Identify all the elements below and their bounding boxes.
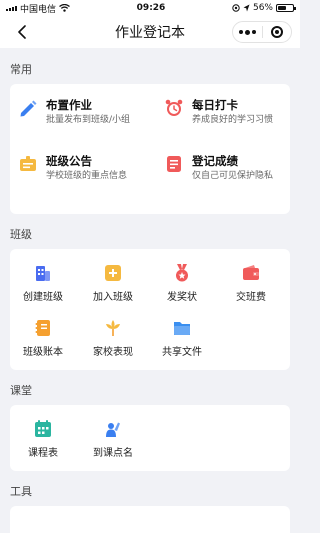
mini-program-capsule bbox=[232, 21, 292, 43]
create-class-label: 创建班级 bbox=[23, 292, 63, 303]
notice-board-icon bbox=[20, 156, 36, 171]
home-school-performance-item[interactable]: 家校表现 bbox=[83, 318, 143, 358]
assign-homework-title: 布置作业 bbox=[46, 98, 92, 112]
chevron-left-icon bbox=[18, 25, 26, 39]
wallet-icon bbox=[243, 265, 259, 280]
classroom-card: 课程表 到课点名 bbox=[10, 405, 290, 471]
shared-files-label: 共享文件 bbox=[162, 347, 202, 358]
class-fee-label: 交班费 bbox=[236, 292, 266, 303]
medal-icon bbox=[176, 264, 188, 282]
flower-icon bbox=[106, 320, 120, 336]
join-class-item[interactable]: 加入班级 bbox=[83, 263, 143, 303]
award-certificate-label: 发奖状 bbox=[167, 292, 197, 303]
tools-card bbox=[10, 506, 290, 533]
common-card: 布置作业 批量发布到班级/小组 每日打卡 养成良好的学习习惯 班级公告 学校班级… bbox=[10, 84, 290, 214]
folder-icon bbox=[174, 322, 190, 335]
record-grades-item[interactable]: 登记成绩 仅自己可见保护隐私 bbox=[164, 154, 273, 183]
timetable-label: 课程表 bbox=[28, 448, 58, 459]
back-button[interactable] bbox=[12, 22, 32, 42]
shared-files-item[interactable]: 共享文件 bbox=[152, 318, 212, 358]
section-title-tools: 工具 bbox=[10, 485, 32, 498]
close-mini-program-button[interactable] bbox=[263, 26, 292, 38]
navigation-arrow-icon bbox=[243, 4, 250, 12]
class-announcement-title: 班级公告 bbox=[46, 154, 92, 168]
location-icon bbox=[232, 4, 240, 12]
create-class-item[interactable]: 创建班级 bbox=[13, 263, 73, 303]
class-card: 创建班级 加入班级 发奖状 交班费 班级账本 家校表现 共享文件 bbox=[10, 249, 290, 370]
raise-hand-icon bbox=[106, 422, 120, 437]
assign-homework-desc: 批量发布到班级/小组 bbox=[46, 115, 131, 125]
home-school-performance-label: 家校表现 bbox=[93, 347, 133, 358]
record-grades-title: 登记成绩 bbox=[192, 154, 238, 168]
grade-sheet-icon bbox=[167, 156, 181, 172]
carrier-label: 中国电信 bbox=[20, 4, 57, 15]
assign-homework-item[interactable]: 布置作业 批量发布到班级/小组 bbox=[18, 98, 130, 127]
daily-checkin-desc: 养成良好的学习习惯 bbox=[192, 115, 274, 125]
roll-call-label: 到课点名 bbox=[93, 448, 133, 459]
award-certificate-item[interactable]: 发奖状 bbox=[152, 263, 212, 303]
daily-checkin-title: 每日打卡 bbox=[192, 98, 238, 112]
alarm-clock-icon bbox=[165, 99, 183, 116]
class-announcement-desc: 学校班级的重点信息 bbox=[46, 171, 128, 181]
class-fee-item[interactable]: 交班费 bbox=[221, 263, 281, 303]
navigation-bar: 作业登记本 bbox=[0, 16, 300, 48]
signal-icon bbox=[6, 5, 17, 11]
class-ledger-label: 班级账本 bbox=[23, 347, 63, 358]
add-square-icon bbox=[105, 265, 121, 281]
clock: 09:26 bbox=[136, 3, 166, 13]
section-title-class: 班级 bbox=[10, 228, 32, 241]
ledger-icon bbox=[35, 320, 50, 336]
section-title-classroom: 课堂 bbox=[10, 384, 32, 397]
daily-checkin-item[interactable]: 每日打卡 养成良好的学习习惯 bbox=[164, 98, 273, 127]
join-class-label: 加入班级 bbox=[93, 292, 133, 303]
record-grades-desc: 仅自己可见保护隐私 bbox=[192, 171, 274, 181]
section-title-common: 常用 bbox=[10, 63, 32, 76]
class-ledger-item[interactable]: 班级账本 bbox=[13, 318, 73, 358]
timetable-item[interactable]: 课程表 bbox=[13, 419, 73, 459]
building-icon bbox=[36, 266, 50, 281]
target-icon bbox=[270, 26, 283, 38]
class-announcement-item[interactable]: 班级公告 学校班级的重点信息 bbox=[18, 154, 127, 183]
wifi-icon bbox=[59, 4, 70, 12]
battery-icon bbox=[276, 4, 296, 12]
battery-percent: 56% bbox=[252, 3, 273, 13]
calendar-icon bbox=[35, 420, 51, 437]
more-options-button[interactable] bbox=[233, 29, 262, 35]
roll-call-item[interactable]: 到课点名 bbox=[83, 419, 143, 459]
battery-level bbox=[278, 6, 286, 10]
pencil-icon bbox=[20, 100, 37, 117]
status-bar: 中国电信 09:26 56% bbox=[0, 0, 300, 16]
